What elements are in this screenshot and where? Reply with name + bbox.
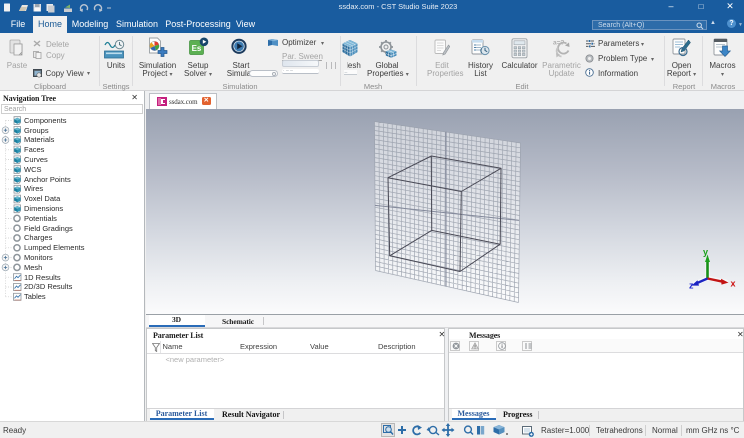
svg-text:y: y (703, 247, 708, 257)
svg-text:Es: Es (192, 44, 202, 53)
svg-text:x: x (731, 279, 736, 289)
svg-text:z: z (689, 281, 694, 291)
